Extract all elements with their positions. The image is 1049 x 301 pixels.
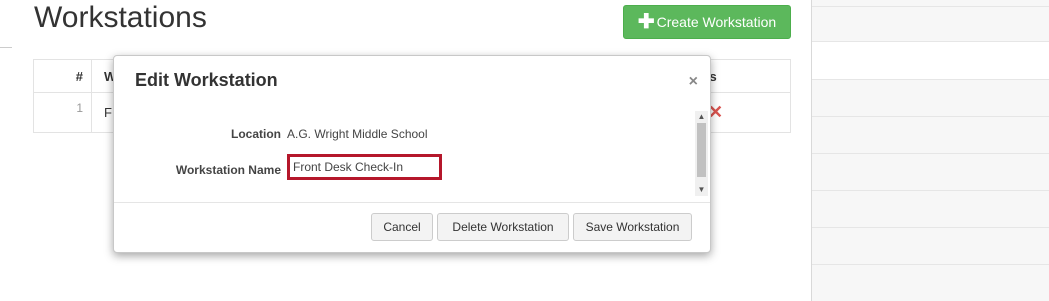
panel-divider — [812, 153, 1049, 154]
page-title: Workstations — [34, 1, 207, 34]
edit-workstation-modal: Edit Workstation × Location A.G. Wright … — [113, 55, 711, 253]
cancel-button[interactable]: Cancel — [371, 213, 433, 241]
location-label: Location — [231, 127, 281, 141]
close-icon[interactable]: × — [689, 73, 698, 91]
create-workstation-label: Create Workstation — [656, 14, 777, 30]
workstation-name-input[interactable]: Front Desk Check-In — [287, 154, 442, 180]
panel-band — [812, 41, 1049, 79]
save-workstation-button[interactable]: Save Workstation — [573, 213, 692, 241]
background-right-panel — [811, 0, 1049, 301]
left-edge-divider — [0, 47, 12, 48]
panel-divider — [812, 79, 1049, 80]
plus-icon: ✚ — [637, 11, 655, 33]
scrollbar-thumb[interactable] — [697, 123, 706, 177]
create-workstation-button[interactable]: ✚ Create Workstation — [623, 5, 791, 39]
column-header-number: # — [33, 59, 92, 93]
scroll-up-arrow-icon[interactable]: ▲ — [695, 111, 708, 123]
scroll-down-arrow-icon[interactable]: ▼ — [695, 184, 708, 196]
panel-divider — [812, 41, 1049, 42]
modal-title: Edit Workstation — [135, 70, 278, 90]
workstation-name-label: Workstation Name — [175, 163, 281, 177]
row-number: 1 — [33, 92, 92, 133]
modal-footer-divider — [114, 202, 710, 203]
panel-divider — [812, 227, 1049, 228]
delete-workstation-button[interactable]: Delete Workstation — [437, 213, 569, 241]
panel-divider — [812, 190, 1049, 191]
modal-scrollbar[interactable]: ▲ ▼ — [695, 111, 708, 196]
panel-divider — [812, 264, 1049, 265]
location-value: A.G. Wright Middle School — [287, 127, 428, 141]
panel-divider — [812, 116, 1049, 117]
panel-divider — [812, 6, 1049, 7]
